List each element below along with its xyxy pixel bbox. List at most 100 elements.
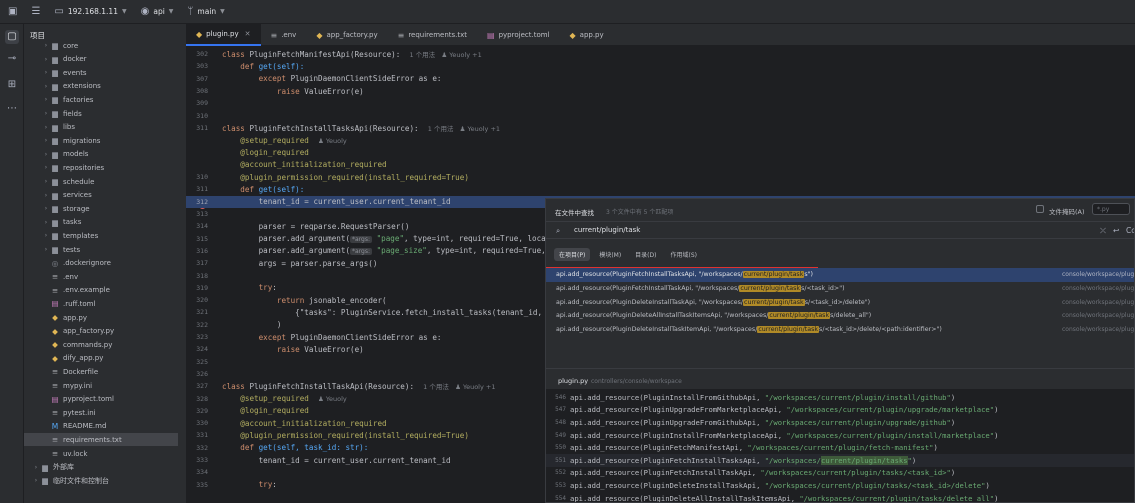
tree-item[interactable]: ≡ pytest.ini <box>24 406 178 419</box>
editor-tab[interactable]: ◆ app.py <box>560 24 614 46</box>
tree-item[interactable]: › ▆ factories <box>24 93 178 106</box>
tree-item[interactable]: › ▆ 外部库 <box>24 461 178 474</box>
code-line[interactable]: 310 @plugin_permission_required(install_… <box>186 171 1135 183</box>
tree-item[interactable]: ▤ pyproject.toml <box>24 393 178 406</box>
tree-item[interactable]: ▤ .ruff.toml <box>24 297 178 310</box>
tree-item[interactable]: › ▆ services <box>24 189 178 202</box>
branch-widget[interactable]: ᛘ main ▼ <box>187 6 224 17</box>
chevron-right-icon[interactable]: › <box>42 69 50 76</box>
clear-icon[interactable]: ⤫ <box>1100 226 1106 236</box>
code-line[interactable]: 311 class PluginFetchInstallTasksApi(Reso… <box>186 122 1135 134</box>
project-widget[interactable]: ◉ api ▼ <box>141 6 174 17</box>
commit-tool-icon[interactable]: ⊸ <box>5 52 19 66</box>
code-line[interactable]: @setup_required ♟ Yeuoly <box>186 134 1135 146</box>
tree-item[interactable]: › ▆ migrations <box>24 134 178 147</box>
chevron-right-icon[interactable]: › <box>42 96 50 103</box>
find-result-row[interactable]: api.add_resource(PluginFetchInstallTaskA… <box>546 282 1134 296</box>
chevron-right-icon[interactable]: › <box>42 178 50 185</box>
editor-tab[interactable]: ≡ .env <box>261 24 307 46</box>
tree-item[interactable]: › ▆ tasks <box>24 216 178 229</box>
tree-item[interactable]: › ▆ models <box>24 148 178 161</box>
code-line[interactable]: 311 def get(self): <box>186 183 1135 195</box>
code-line[interactable]: @login_required <box>186 146 1135 158</box>
chevron-right-icon[interactable]: › <box>32 477 40 484</box>
code-line[interactable]: 307 except PluginDaemonClientSideError a… <box>186 73 1135 85</box>
editor-tab[interactable]: ◆ plugin.py ✕ <box>186 24 261 46</box>
replace-icon[interactable]: ↩ <box>1113 226 1119 235</box>
tree-item[interactable]: › ▆ libs <box>24 121 178 134</box>
project-tool-icon[interactable]: ▢ <box>5 30 19 44</box>
scope-tab[interactable]: 在项目(P) <box>554 248 591 261</box>
tree-item[interactable]: › ▆ fields <box>24 107 178 120</box>
tree-item[interactable]: ≡ requirements.txt <box>24 433 178 447</box>
code-line[interactable]: 302 class PluginFetchManifestApi(Resource… <box>186 48 1135 60</box>
tree-item[interactable]: › ▆ storage <box>24 202 178 215</box>
tree-item[interactable]: › ▆ tests <box>24 243 178 256</box>
preview-line[interactable]: 547 api.add_resource(PluginUpgradeFromMar… <box>546 404 1134 417</box>
chevron-right-icon[interactable]: › <box>42 56 50 63</box>
tree-item[interactable]: ≡ Dockerfile <box>24 365 178 378</box>
tree-item[interactable]: › ▆ events <box>24 66 178 79</box>
tree-item[interactable]: ≡ uv.lock <box>24 447 178 460</box>
chevron-right-icon[interactable]: › <box>42 219 50 226</box>
scope-tab[interactable]: 作用域(S) <box>665 248 702 261</box>
preview-line[interactable]: 548 api.add_resource(PluginUpgradeFromGit… <box>546 416 1134 429</box>
file-mask-input[interactable]: *.py <box>1092 203 1130 215</box>
more-tools-icon[interactable]: ⋯ <box>5 102 19 116</box>
tree-item[interactable]: › ▆ schedule <box>24 175 178 188</box>
tree-item[interactable]: › ▆ extensions <box>24 80 178 93</box>
preview-line[interactable]: 549 api.add_resource(PluginInstallFromMar… <box>546 429 1134 442</box>
chevron-right-icon[interactable]: › <box>42 205 50 212</box>
chevron-right-icon[interactable]: › <box>32 464 40 471</box>
main-menu-icon-button[interactable]: ☰ <box>31 6 40 17</box>
tree-item[interactable]: ◎ .dockerignore <box>24 257 178 270</box>
file-mask-checkbox[interactable] <box>1036 205 1044 213</box>
editor-tab[interactable]: ≡ requirements.txt <box>388 24 477 46</box>
chevron-right-icon[interactable]: › <box>42 151 50 158</box>
code-line[interactable]: 310 <box>186 110 1135 122</box>
chevron-right-icon[interactable]: › <box>42 246 50 253</box>
preview-line[interactable]: 553 api.add_resource(PluginDeleteInstallT… <box>546 479 1134 492</box>
find-result-row[interactable]: api.add_resource(PluginDeleteAllInstallT… <box>546 309 1134 323</box>
chevron-right-icon[interactable]: › <box>42 83 50 90</box>
find-result-row[interactable]: api.add_resource(PluginDeleteInstallTask… <box>546 295 1134 309</box>
chevron-right-icon[interactable]: › <box>42 124 50 131</box>
match-case-icon[interactable]: Cc <box>1126 226 1134 235</box>
chevron-right-icon[interactable]: › <box>42 110 50 117</box>
code-line[interactable]: 308 raise ValueError(e) <box>186 85 1135 97</box>
tree-item[interactable]: ≡ mypy.ini <box>24 379 178 392</box>
scope-tab[interactable]: 模块(M) <box>594 248 626 261</box>
editor-tab[interactable]: ◆ app_factory.py <box>306 24 387 46</box>
tree-item[interactable]: ≡ .env.example <box>24 284 178 297</box>
chevron-right-icon[interactable]: › <box>42 232 50 239</box>
preview-line[interactable]: 546 api.add_resource(PluginInstallFromGit… <box>546 391 1134 404</box>
main-menu-button[interactable]: ▣ <box>8 6 17 17</box>
tree-item[interactable]: › ▆ core <box>24 39 178 52</box>
remote-host-widget[interactable]: ▭ 192.168.1.11 ▼ <box>54 6 126 17</box>
structure-tool-icon[interactable]: ⊞ <box>5 78 19 92</box>
tree-item[interactable]: M README.md <box>24 420 178 433</box>
tree-item[interactable]: › ▆ repositories <box>24 161 178 174</box>
tree-item[interactable]: › ▆ docker <box>24 53 178 66</box>
code-line[interactable]: @account_initialization_required <box>186 159 1135 171</box>
find-result-row[interactable]: api.add_resource(PluginDeleteInstallTask… <box>546 323 1134 337</box>
find-preview-editor[interactable]: 546 api.add_resource(PluginInstallFromGit… <box>546 389 1134 502</box>
code-line[interactable]: 309 <box>186 97 1135 109</box>
editor-tab[interactable]: ▤ pyproject.toml <box>477 24 559 46</box>
preview-divider[interactable] <box>546 368 1134 369</box>
tree-item[interactable]: › ▆ 临时文件和控制台 <box>24 474 178 487</box>
tree-item[interactable]: ◆ app_factory.py <box>24 325 178 338</box>
find-query-input[interactable]: current/plugin/task <box>574 226 640 234</box>
preview-line[interactable]: 554 api.add_resource(PluginDeleteAllInsta… <box>546 492 1134 502</box>
close-icon[interactable]: ✕ <box>245 30 251 38</box>
preview-line[interactable]: 551 api.add_resource(PluginFetchInstallTa… <box>546 454 1134 467</box>
tree-item[interactable]: ◆ dify_app.py <box>24 352 178 365</box>
tree-item[interactable]: ◆ app.py <box>24 311 178 324</box>
chevron-right-icon[interactable]: › <box>42 164 50 171</box>
chevron-right-icon[interactable]: › <box>42 137 50 144</box>
tree-item[interactable]: ◆ commands.py <box>24 338 178 351</box>
preview-line[interactable]: 550 api.add_resource(PluginFetchManifestA… <box>546 441 1134 454</box>
preview-line[interactable]: 552 api.add_resource(PluginFetchInstallTa… <box>546 467 1134 480</box>
find-result-row[interactable]: api.add_resource(PluginFetchInstallTasks… <box>546 268 1134 282</box>
scope-tab[interactable]: 目录(D) <box>630 248 661 261</box>
